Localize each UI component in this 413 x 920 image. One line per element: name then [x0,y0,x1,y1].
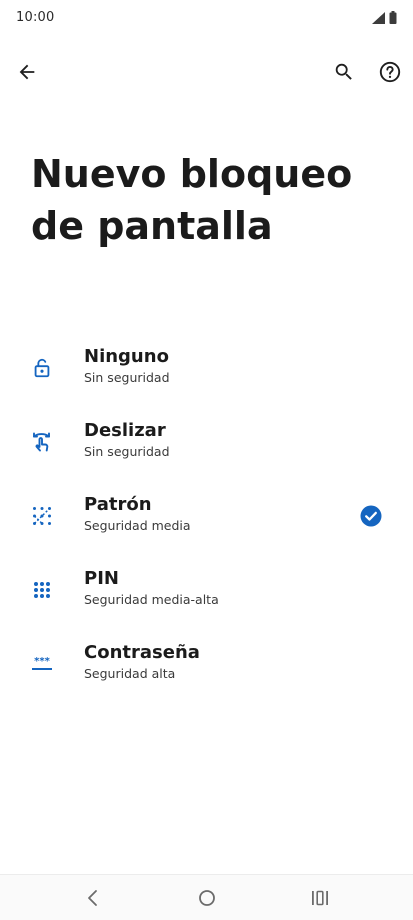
option-contrasena[interactable]: *** Contraseña Seguridad alta [0,630,413,704]
status-icons [372,11,397,24]
help-button[interactable] [374,56,406,88]
search-button[interactable] [328,56,360,88]
option-subtitle: Sin seguridad [84,444,170,459]
pin-keypad-icon [28,576,56,604]
lock-option-list: Ninguno Sin seguridad Deslizar Sin segur… [0,334,413,704]
navigation-bar [0,874,413,920]
battery-icon [389,11,397,24]
option-subtitle: Seguridad media [84,518,191,533]
unlocked-padlock-icon [28,354,56,382]
nav-recents-icon [312,890,328,906]
help-circle-icon [379,61,401,83]
screen: 10:00 Nuevo bloqueo de pantalla Ninguno … [0,0,413,920]
option-title: Deslizar [84,420,166,441]
option-deslizar[interactable]: Deslizar Sin seguridad [0,408,413,482]
password-icon: *** [28,650,56,678]
status-bar: 10:00 [0,0,413,36]
option-text: Patrón Seguridad media [84,493,191,535]
option-text: Deslizar Sin seguridad [84,419,170,461]
option-title: Patrón [84,494,152,515]
option-title: PIN [84,568,119,589]
nav-back-button[interactable] [79,885,107,911]
nav-home-button[interactable] [193,885,221,911]
status-time: 10:00 [16,10,55,25]
arrow-left-icon [19,64,35,80]
option-subtitle: Sin seguridad [84,370,170,385]
pattern-icon [28,502,56,530]
option-text: Ninguno Sin seguridad [84,345,170,387]
signal-icon [372,11,385,24]
option-title: Ninguno [84,346,169,367]
back-button[interactable] [11,56,43,88]
nav-home-icon [199,890,215,906]
nav-back-icon [88,890,97,906]
option-text: PIN Seguridad media-alta [84,567,219,609]
check-circle-icon [360,505,382,527]
option-title: Contraseña [84,642,200,663]
search-icon [335,63,352,80]
top-app-bar [0,52,413,92]
svg-text:***: *** [34,656,50,667]
option-text: Contraseña Seguridad alta [84,641,200,683]
option-ninguno[interactable]: Ninguno Sin seguridad [0,334,413,408]
option-patron[interactable]: Patrón Seguridad media [0,482,413,556]
swipe-icon [28,428,56,456]
nav-recents-button[interactable] [306,885,334,911]
option-pin[interactable]: PIN Seguridad media-alta [0,556,413,630]
page-title: Nuevo bloqueo de pantalla [31,152,353,248]
option-subtitle: Seguridad media-alta [84,592,219,607]
option-subtitle: Seguridad alta [84,666,176,681]
